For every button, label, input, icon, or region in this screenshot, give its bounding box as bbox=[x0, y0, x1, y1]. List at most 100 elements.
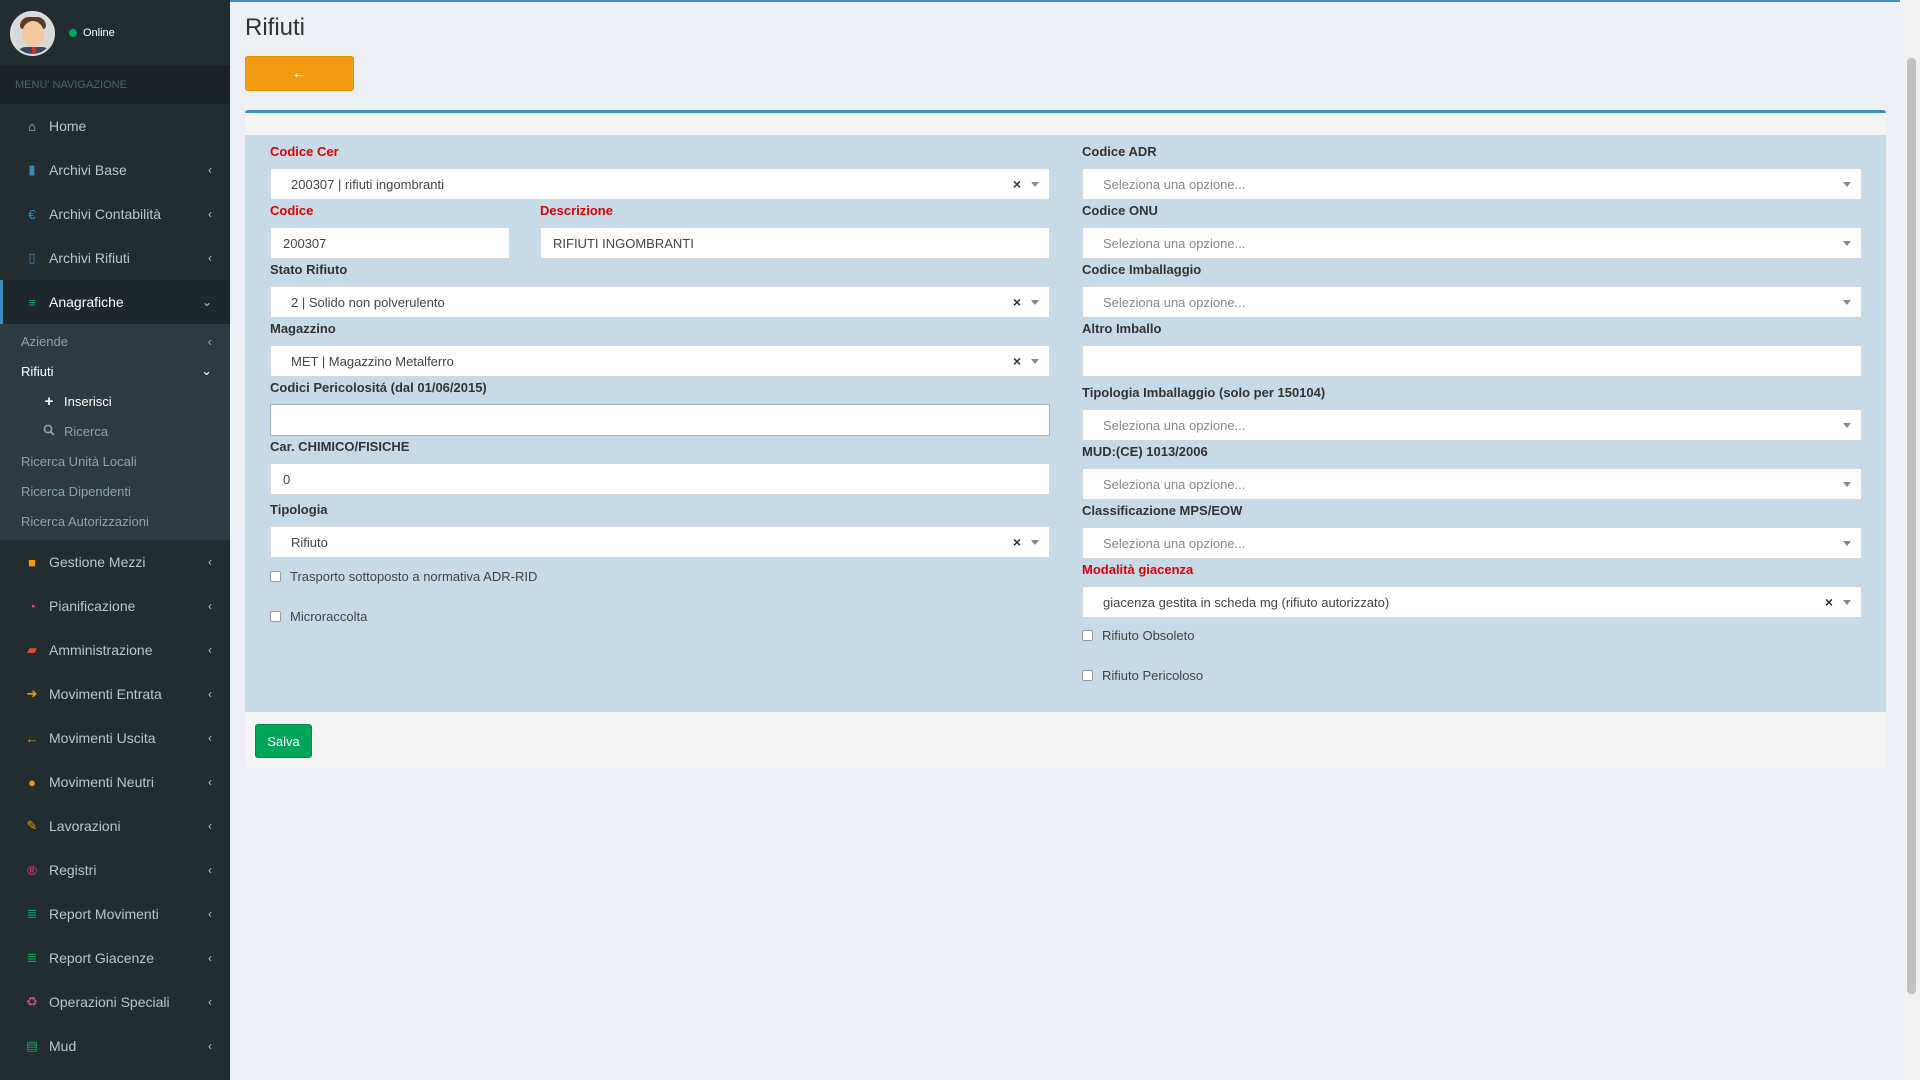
stato-rifiuto-label: Stato Rifiuto bbox=[270, 262, 348, 277]
trash-icon: ▯ bbox=[28, 250, 36, 265]
descrizione-input[interactable]: RIFIUTI INGOMBRANTI bbox=[540, 227, 1050, 259]
tipologia-imballaggio-placeholder: Seleziona una opzione... bbox=[1103, 417, 1246, 433]
tipologia-select[interactable]: Rifiuto × bbox=[270, 526, 1050, 558]
rifiuto-pericoloso-label: Rifiuto Pericoloso bbox=[1102, 668, 1204, 683]
back-button[interactable]: ← bbox=[245, 56, 354, 91]
codice-input[interactable]: 200307 bbox=[270, 227, 510, 259]
sidebar-item-amministrazione[interactable]: ▰ Amministrazione ‹ bbox=[0, 628, 230, 672]
sidebar-item-archivi-base[interactable]: ▮ Archivi Base ‹ bbox=[0, 148, 230, 192]
chevron-left-icon: ‹ bbox=[208, 687, 212, 701]
altro-imballo-label: Altro Imballo bbox=[1082, 321, 1162, 336]
submenu-item-ricerca[interactable]: Ricerca bbox=[0, 416, 230, 446]
vertical-scrollbar[interactable] bbox=[1903, 0, 1920, 1080]
clear-icon[interactable]: × bbox=[1009, 353, 1025, 369]
arrow-right-icon: ➜ bbox=[26, 686, 38, 701]
modalita-giacenza-value: giacenza gestita in scheda mg (rifiuto a… bbox=[1103, 594, 1390, 610]
sidebar: Online MENU' NAVIGAZIONE ⌂ Home ▮ Archiv… bbox=[0, 0, 230, 1080]
sidebar-item-label: Pianificazione bbox=[49, 598, 136, 614]
codice-imballaggio-label: Codice Imballaggio bbox=[1082, 262, 1202, 277]
sidebar-item-pianificazione[interactable]: ◔ Pianificazione ‹ bbox=[0, 584, 230, 628]
trasporto-adr-checkbox[interactable]: Trasporto sottoposto a normativa ADR-RID bbox=[270, 569, 537, 584]
submenu-item-aziende[interactable]: Aziende ‹ bbox=[0, 326, 230, 356]
sidebar-item-label: Home bbox=[49, 118, 87, 134]
mud-select[interactable]: Seleziona una opzione... bbox=[1082, 468, 1862, 500]
sidebar-item-report-movimenti[interactable]: ≣ Report Movimenti ‹ bbox=[0, 892, 230, 936]
classificazione-placeholder: Seleziona una opzione... bbox=[1103, 535, 1246, 551]
menu-header: MENU' NAVIGAZIONE bbox=[0, 66, 230, 104]
plus-icon: + bbox=[44, 392, 54, 410]
magazzino-select[interactable]: MET | Magazzino Metalferro × bbox=[270, 345, 1050, 377]
sidebar-item-mud[interactable]: ▤ Mud ‹ bbox=[0, 1024, 230, 1068]
codice-adr-select[interactable]: Seleziona una opzione... bbox=[1082, 168, 1862, 200]
stato-rifiuto-value: 2 | Solido non polverulento bbox=[291, 294, 445, 310]
clear-icon[interactable]: × bbox=[1009, 294, 1025, 310]
caret-down-icon bbox=[1843, 422, 1851, 428]
checkbox-icon bbox=[270, 611, 281, 622]
sidebar-item-gestione-mezzi[interactable]: ■ Gestione Mezzi ‹ bbox=[0, 540, 230, 584]
descrizione-value: RIFIUTI INGOMBRANTI bbox=[553, 235, 694, 251]
sidebar-item-anagrafiche[interactable]: ≡ Anagrafiche ⌄ bbox=[0, 280, 230, 324]
sidebar-item-home[interactable]: ⌂ Home bbox=[0, 104, 230, 148]
clear-icon[interactable]: × bbox=[1009, 176, 1025, 192]
scrollbar-thumb[interactable] bbox=[1907, 58, 1916, 994]
sidebar-item-registri[interactable]: ® Registri ‹ bbox=[0, 848, 230, 892]
submenu-item-label: Ricerca bbox=[64, 423, 109, 439]
chevron-left-icon: ‹ bbox=[208, 251, 212, 265]
truck-icon: ■ bbox=[28, 554, 36, 570]
submenu-item-rifiuti[interactable]: Rifiuti ⌄ bbox=[0, 356, 230, 386]
sidebar-item-movimenti-uscita[interactable]: ← Movimenti Uscita ‹ bbox=[0, 716, 230, 760]
sidebar-item-movimenti-entrata[interactable]: ➜ Movimenti Entrata ‹ bbox=[0, 672, 230, 716]
codice-cer-select[interactable]: 200307 | rifiuti ingombranti × bbox=[270, 168, 1050, 200]
submenu-item-ricerca-unita-locali[interactable]: Ricerca Unità Locali bbox=[0, 446, 230, 476]
submenu-anagrafiche: Aziende ‹ Rifiuti ⌄ + Inserisci Ricerca … bbox=[0, 324, 230, 540]
sidebar-item-archivi-rifiuti[interactable]: ▯ Archivi Rifiuti ‹ bbox=[0, 236, 230, 280]
search-icon bbox=[40, 424, 58, 439]
caret-down-icon bbox=[1031, 539, 1039, 545]
codice-onu-placeholder: Seleziona una opzione... bbox=[1103, 235, 1246, 251]
modalita-giacenza-select[interactable]: giacenza gestita in scheda mg (rifiuto a… bbox=[1082, 586, 1862, 618]
caret-down-icon bbox=[1031, 358, 1039, 364]
classificazione-select[interactable]: Seleziona una opzione... bbox=[1082, 527, 1862, 559]
clear-icon[interactable]: × bbox=[1821, 594, 1837, 610]
save-button[interactable]: Salva bbox=[255, 724, 312, 758]
rifiuto-pericoloso-checkbox[interactable]: Rifiuto Pericoloso bbox=[1082, 668, 1203, 683]
recycle-icon: ♻ bbox=[26, 994, 38, 1009]
submenu-item-ricerca-autorizzazioni[interactable]: Ricerca Autorizzazioni bbox=[0, 506, 230, 536]
microraccolta-checkbox[interactable]: Microraccolta bbox=[270, 609, 367, 624]
caret-down-icon bbox=[1843, 599, 1851, 605]
sidebar-item-lavorazioni[interactable]: ✎ Lavorazioni ‹ bbox=[0, 804, 230, 848]
caret-down-icon bbox=[1843, 540, 1851, 546]
rifiuto-obsoleto-checkbox[interactable]: Rifiuto Obsoleto bbox=[1082, 628, 1195, 643]
altro-imballo-input[interactable] bbox=[1082, 345, 1862, 377]
file-pdf-icon: ▤ bbox=[25, 1038, 39, 1053]
car-chimico-input[interactable]: 0 bbox=[270, 463, 1050, 495]
sidebar-item-label: Amministrazione bbox=[49, 642, 153, 658]
mud-placeholder: Seleziona una opzione... bbox=[1103, 476, 1246, 492]
sidebar-item-label: Report Giacenze bbox=[49, 950, 155, 966]
sidebar-item-archivi-contabilita[interactable]: € Archivi Contabilità ‹ bbox=[0, 192, 230, 236]
codice-onu-select[interactable]: Seleziona una opzione... bbox=[1082, 227, 1862, 259]
codice-imballaggio-select[interactable]: Seleziona una opzione... bbox=[1082, 286, 1862, 318]
avatar[interactable] bbox=[10, 10, 55, 56]
stato-rifiuto-select[interactable]: 2 | Solido non polverulento × bbox=[270, 286, 1050, 318]
arrow-left-icon: ← bbox=[25, 730, 39, 746]
sidebar-item-label: Report Movimenti bbox=[49, 906, 159, 922]
tipologia-imballaggio-select[interactable]: Seleziona una opzione... bbox=[1082, 409, 1862, 441]
sidebar-item-label: Operazioni Speciali bbox=[49, 994, 170, 1010]
submenu-item-inserisci[interactable]: + Inserisci bbox=[0, 386, 230, 416]
chevron-left-icon: ‹ bbox=[208, 207, 212, 221]
sidebar-item-label: Lavorazioni bbox=[49, 818, 121, 834]
sidebar-item-report-giacenze[interactable]: ≣ Report Giacenze ‹ bbox=[0, 936, 230, 980]
codici-pericolosita-input[interactable] bbox=[270, 404, 1050, 436]
codice-onu-label: Codice ONU bbox=[1082, 203, 1158, 218]
clear-icon[interactable]: × bbox=[1009, 534, 1025, 550]
submenu-item-ricerca-dipendenti[interactable]: Ricerca Dipendenti bbox=[0, 476, 230, 506]
sidebar-item-operazioni-speciali[interactable]: ♻ Operazioni Speciali ‹ bbox=[0, 980, 230, 1024]
sidebar-item-movimenti-neutri[interactable]: ● Movimenti Neutri ‹ bbox=[0, 760, 230, 804]
book-icon: ▮ bbox=[28, 162, 36, 177]
sidebar-item-label: Gestione Mezzi bbox=[49, 554, 146, 570]
caret-down-icon bbox=[1843, 240, 1851, 246]
sidebar-item-label: Registri bbox=[49, 862, 97, 878]
tipologia-imballaggio-label: Tipologia Imballaggio (solo per 150104) bbox=[1082, 385, 1326, 400]
online-dot-icon bbox=[69, 29, 77, 37]
